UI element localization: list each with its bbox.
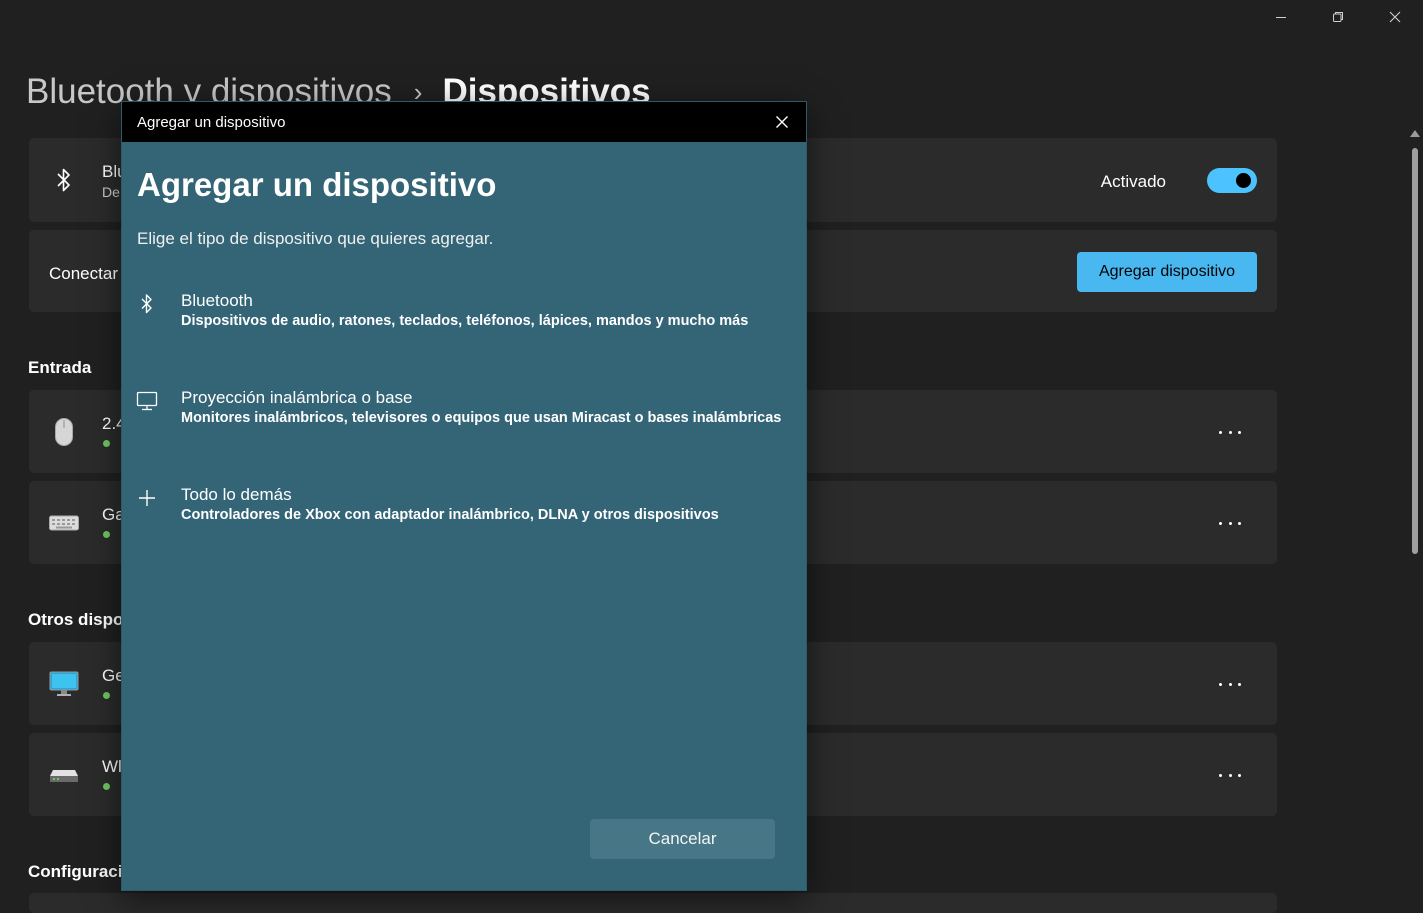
option-title: Bluetooth: [181, 291, 253, 310]
connect-label: Conectar: [49, 264, 118, 283]
bluetooth-icon: [136, 293, 158, 315]
section-title-configuracion: Configuraci: [28, 862, 123, 881]
bluetooth-icon: [49, 165, 79, 195]
dialog-close-button[interactable]: [772, 112, 792, 132]
section-title-otros: Otros dispo: [28, 610, 124, 629]
display-icon: [136, 390, 158, 412]
scroll-thumb[interactable]: [1412, 148, 1418, 554]
bluetooth-toggle-label: Activado: [1100, 172, 1166, 191]
minimize-button[interactable]: [1252, 0, 1309, 34]
connected-status-dot: [103, 440, 110, 447]
dialog-titlebar-text: Agregar un dispositivo: [137, 114, 286, 131]
plus-icon: [136, 487, 158, 509]
option-description: Dispositivos de audio, ratones, teclados…: [181, 313, 749, 329]
dialog-description: Elige el tipo de dispositivo que quieres…: [137, 229, 494, 248]
scrollbar[interactable]: [1405, 130, 1423, 901]
more-options-button[interactable]: [1219, 679, 1241, 689]
close-icon: [1389, 11, 1400, 23]
keyboard-icon: [49, 508, 79, 538]
restore-button[interactable]: [1309, 0, 1366, 34]
dialog-titlebar: Agregar un dispositivo: [122, 102, 806, 142]
more-options-button[interactable]: [1219, 770, 1241, 780]
option-wireless-display[interactable]: Proyección inalámbrica o base Monitores …: [122, 388, 806, 458]
section-title-entrada: Entrada: [28, 358, 92, 377]
dialog-heading: Agregar un dispositivo: [137, 166, 497, 203]
close-window-button[interactable]: [1366, 0, 1423, 34]
settings-card[interactable]: [29, 893, 1277, 913]
connected-status-dot: [103, 531, 110, 538]
option-description: Controladores de Xbox con adaptador inal…: [181, 507, 719, 523]
monitor-icon: [49, 669, 79, 699]
add-device-button[interactable]: Agregar dispositivo: [1077, 252, 1257, 292]
add-device-dialog: Agregar un dispositivo Agregar un dispos…: [121, 101, 807, 891]
window-controls: [1252, 0, 1423, 34]
connected-status-dot: [103, 692, 110, 699]
option-title: Proyección inalámbrica o base: [181, 388, 413, 407]
scroll-up-arrow-icon[interactable]: [1410, 130, 1420, 137]
bluetooth-status-text: De: [102, 184, 120, 200]
cancel-button[interactable]: Cancelar: [590, 819, 775, 859]
toggle-knob: [1236, 173, 1251, 188]
option-description: Monitores inalámbricos, televisores o eq…: [181, 410, 782, 426]
bluetooth-toggle[interactable]: [1207, 168, 1257, 193]
restore-icon: [1332, 12, 1343, 22]
device-name: Wl: [102, 757, 122, 776]
option-everything-else[interactable]: Todo lo demás Controladores de Xbox con …: [122, 485, 806, 555]
mouse-icon: [49, 417, 79, 447]
router-icon: [49, 760, 79, 790]
connected-status-dot: [103, 783, 110, 790]
minimize-icon: [1275, 17, 1286, 18]
more-options-button[interactable]: [1219, 427, 1241, 437]
option-bluetooth[interactable]: Bluetooth Dispositivos de audio, ratones…: [122, 291, 806, 361]
option-title: Todo lo demás: [181, 485, 292, 504]
close-icon: [776, 116, 788, 128]
more-options-button[interactable]: [1219, 518, 1241, 528]
